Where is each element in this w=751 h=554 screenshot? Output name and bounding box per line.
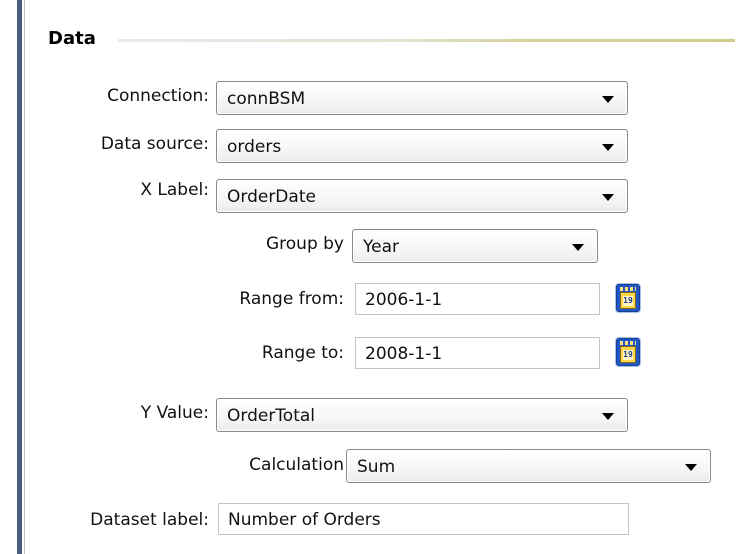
y-value-select[interactable]: OrderTotal — [216, 398, 628, 432]
chevron-down-icon — [685, 464, 697, 471]
connection-select[interactable]: connBSM — [216, 81, 628, 115]
chevron-down-icon — [602, 413, 614, 420]
calculation-value: Sum — [357, 457, 396, 477]
section-divider — [118, 39, 735, 42]
calculation-select[interactable]: Sum — [346, 449, 711, 483]
range-from-input[interactable]: 2006-1-1 — [355, 283, 600, 315]
calculation-label: Calculation — [249, 455, 344, 475]
y-value-value: OrderTotal — [227, 406, 316, 426]
left-border-highlight — [24, 0, 25, 554]
dataset-label-value: Number of Orders — [228, 510, 381, 530]
x-label-value: OrderDate — [227, 187, 316, 207]
data-source-select[interactable]: orders — [216, 129, 628, 163]
group-by-select[interactable]: Year — [352, 229, 598, 263]
section-title: Data — [48, 28, 96, 49]
calendar-icon[interactable]: 19 — [616, 338, 640, 366]
data-source-label: Data source: — [100, 134, 209, 154]
chevron-down-icon — [602, 144, 614, 151]
range-from-label: Range from: — [239, 289, 344, 309]
range-to-input[interactable]: 2008-1-1 — [355, 337, 600, 369]
chevron-down-icon — [572, 244, 584, 251]
x-label-label: X Label: — [140, 180, 209, 200]
connection-value: connBSM — [227, 89, 306, 109]
range-from-value: 2006-1-1 — [365, 290, 443, 310]
chevron-down-icon — [602, 96, 614, 103]
dataset-label-input[interactable]: Number of Orders — [218, 503, 629, 535]
range-to-label: Range to: — [261, 343, 344, 363]
x-label-select[interactable]: OrderDate — [216, 179, 628, 213]
connection-label: Connection: — [107, 86, 209, 106]
range-to-value: 2008-1-1 — [365, 344, 443, 364]
dataset-label-label: Dataset label: — [90, 510, 209, 530]
group-by-value: Year — [363, 237, 399, 257]
group-by-label: Group by — [265, 234, 344, 254]
data-source-value: orders — [227, 137, 282, 157]
left-border — [17, 0, 22, 554]
chevron-down-icon — [602, 194, 614, 201]
y-value-label: Y Value: — [140, 403, 209, 423]
calendar-icon[interactable]: 19 — [616, 284, 640, 312]
